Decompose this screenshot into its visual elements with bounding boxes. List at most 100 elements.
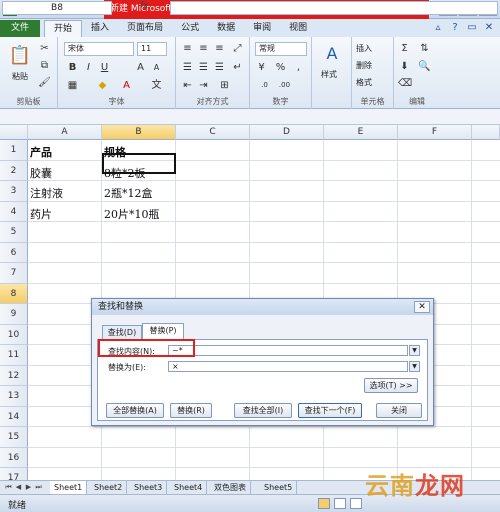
sheet-tab[interactable]: 双色图表 [210, 481, 251, 494]
cut-icon[interactable]: ✂ [38, 42, 51, 55]
cell-a3[interactable]: 注射液 [30, 185, 63, 201]
close-dialog-button[interactable]: 关闭 [376, 403, 422, 418]
align-middle-icon[interactable]: ≡ [197, 42, 210, 55]
tab-formulas[interactable]: 公式 [172, 20, 208, 37]
row-header[interactable]: 10 [0, 324, 28, 345]
font-color-icon[interactable]: A [120, 79, 133, 92]
percent-icon[interactable]: % [274, 61, 287, 74]
styles-icon[interactable]: A [322, 43, 342, 65]
fill-icon[interactable]: ⬇ [398, 60, 411, 73]
format-cells-button[interactable]: 格式 [356, 77, 372, 88]
align-center-icon[interactable]: ☰ [197, 61, 210, 74]
dialog-close-button[interactable]: ✕ [414, 301, 430, 313]
phonetic-icon[interactable]: 文 [150, 79, 163, 92]
sheet-tab[interactable]: Sheet1 [50, 481, 88, 494]
column-header[interactable] [472, 125, 500, 140]
tab-review[interactable]: 审阅 [244, 20, 280, 37]
prev-sheet-icon[interactable]: ◀ [14, 482, 23, 493]
normal-view-icon[interactable] [318, 498, 330, 509]
cell-b4[interactable]: 20片*10瓶 [104, 206, 160, 222]
row-header[interactable]: 7 [0, 263, 28, 284]
row-header[interactable]: 14 [0, 406, 28, 427]
sheet-tab[interactable]: Sheet4 [170, 481, 208, 494]
row-header[interactable]: 6 [0, 242, 28, 263]
row-header[interactable]: 2 [0, 160, 28, 181]
orientation-icon[interactable]: ⤢ [231, 42, 244, 55]
autosum-icon[interactable]: Σ [398, 42, 411, 55]
paste-label[interactable]: 粘贴 [12, 71, 28, 82]
cell-a2[interactable]: 胶囊 [30, 165, 52, 181]
tab-data[interactable]: 数据 [208, 20, 244, 37]
insert-function-icon[interactable]: fx [140, 1, 149, 11]
replace-with-input[interactable]: × [168, 361, 408, 372]
close-workbook-icon[interactable]: ✕ [482, 21, 496, 35]
active-cell-b8[interactable] [102, 153, 176, 174]
row-header[interactable]: 9 [0, 304, 28, 325]
clear-icon[interactable]: ⌫ [398, 77, 412, 90]
row-header[interactable]: 15 [0, 427, 28, 448]
bold-icon[interactable]: B [66, 61, 79, 74]
minimize-ribbon-icon[interactable]: ▵ [431, 21, 445, 35]
fill-color-icon[interactable]: ◆ [96, 79, 109, 92]
tab-find[interactable]: 查找(D) [102, 325, 142, 339]
font-name-select[interactable]: 宋体 [64, 42, 134, 56]
replace-history-dropdown[interactable]: ▼ [409, 361, 420, 372]
font-grow-icon[interactable]: A [134, 61, 147, 74]
number-format-select[interactable]: 常规 [255, 42, 307, 56]
align-top-icon[interactable]: ≡ [181, 42, 194, 55]
tab-insert[interactable]: 插入 [82, 20, 118, 37]
delete-cells-button[interactable]: 删除 [356, 60, 372, 71]
last-sheet-icon[interactable]: ⏭ [34, 482, 43, 493]
row-header[interactable]: 13 [0, 386, 28, 407]
row-header[interactable]: 1 [0, 140, 28, 161]
row-header[interactable]: 12 [0, 365, 28, 386]
row-header[interactable]: 4 [0, 201, 28, 222]
options-button[interactable]: 选项(T) >> [364, 378, 418, 393]
font-shrink-icon[interactable]: A [150, 61, 163, 74]
italic-icon[interactable]: I [82, 61, 95, 74]
merge-center-icon[interactable]: ⊞ [218, 79, 231, 92]
wrap-text-icon[interactable]: ↵ [231, 61, 244, 74]
tab-file[interactable]: 文件 [0, 20, 41, 37]
column-header[interactable]: A [28, 125, 102, 140]
format-painter-icon[interactable]: 🖌 [38, 76, 51, 89]
tab-page-layout[interactable]: 页面布局 [118, 20, 172, 37]
increase-decimal-icon[interactable]: .0 [258, 79, 271, 92]
page-break-view-icon[interactable] [350, 498, 362, 509]
decrease-indent-icon[interactable]: ⇤ [181, 79, 194, 92]
row-header[interactable]: 17 [0, 468, 28, 480]
formula-input[interactable] [170, 1, 498, 15]
column-header[interactable]: B [102, 125, 176, 140]
align-left-icon[interactable]: ☰ [181, 61, 194, 74]
cell-a4[interactable]: 药片 [30, 206, 52, 222]
borders-icon[interactable]: ▦ [66, 79, 79, 92]
find-next-button[interactable]: 查找下一个(F) [298, 403, 362, 418]
decrease-decimal-icon[interactable]: .00 [278, 79, 291, 92]
next-sheet-icon[interactable]: ▶ [24, 482, 33, 493]
font-size-select[interactable]: 11 [137, 42, 167, 56]
find-all-button[interactable]: 查找全部(I) [234, 403, 292, 418]
row-header[interactable]: 3 [0, 181, 28, 202]
find-what-input[interactable]: ~* [168, 345, 408, 356]
find-history-dropdown[interactable]: ▼ [409, 345, 420, 356]
copy-icon[interactable]: ⧉ [38, 59, 51, 72]
insert-cells-button[interactable]: 插入 [356, 43, 372, 54]
underline-icon[interactable]: U [98, 61, 111, 74]
first-sheet-icon[interactable]: ⏮ [4, 482, 13, 493]
increase-indent-icon[interactable]: ⇥ [197, 79, 210, 92]
help-icon[interactable]: ? [448, 21, 462, 35]
align-right-icon[interactable]: ☰ [213, 61, 226, 74]
select-all-corner[interactable] [0, 125, 28, 140]
replace-button[interactable]: 替换(R) [170, 403, 212, 418]
restore-icon[interactable]: ▭ [465, 21, 479, 35]
column-header[interactable]: D [250, 125, 324, 140]
tab-replace[interactable]: 替换(P) [142, 323, 184, 339]
styles-label[interactable]: 样式 [321, 69, 337, 80]
align-bottom-icon[interactable]: ≡ [213, 42, 226, 55]
replace-all-button[interactable]: 全部替换(A) [106, 403, 164, 418]
paste-icon[interactable]: 📋 [8, 43, 32, 69]
name-box[interactable]: B8 [2, 1, 112, 15]
row-header[interactable]: 8 [0, 283, 28, 304]
sort-filter-icon[interactable]: ⇅ [418, 42, 431, 55]
sheet-tab[interactable]: Sheet3 [130, 481, 168, 494]
